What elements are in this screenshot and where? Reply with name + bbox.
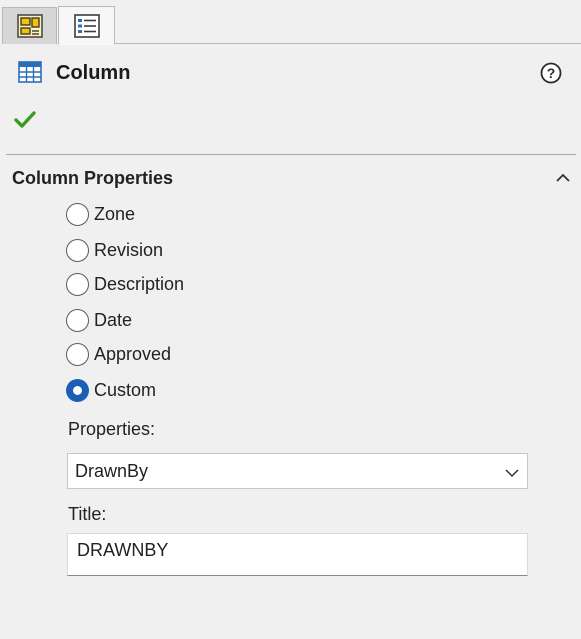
radio-option-description[interactable]: Description	[66, 271, 184, 297]
radio-option-approved[interactable]: Approved	[66, 341, 171, 367]
properties-selected-value: DrawnBy	[75, 460, 149, 481]
radio-button[interactable]	[66, 342, 89, 366]
title-input[interactable]	[67, 533, 528, 576]
radio-option-date[interactable]: Date	[66, 307, 132, 333]
radio-option-custom[interactable]: Custom	[66, 377, 156, 403]
tab-strip-divider	[115, 43, 581, 44]
radio-button[interactable]	[66, 272, 89, 296]
table-column-icon	[18, 61, 42, 88]
radio-label: Date	[94, 310, 133, 330]
radio-button[interactable]	[66, 238, 89, 262]
title-label: Title:	[68, 504, 107, 524]
divider	[6, 154, 576, 155]
properties-label: Properties:	[68, 419, 156, 439]
radio-button[interactable]	[66, 202, 89, 226]
radio-label: Zone	[94, 204, 136, 224]
section-title: Column Properties	[12, 168, 174, 188]
drawing-view-icon	[16, 14, 43, 38]
property-manager-icon	[73, 13, 100, 38]
radio-label: Approved	[94, 344, 172, 364]
tab-drawing-view[interactable]	[2, 7, 57, 44]
properties-dropdown[interactable]: DrawnBy	[67, 453, 528, 489]
radio-button-selected[interactable]	[66, 378, 89, 402]
page-title: Column	[56, 62, 131, 84]
chevron-up-icon[interactable]	[555, 171, 571, 189]
help-icon[interactable]: ?	[540, 62, 562, 89]
chevron-down-icon[interactable]	[505, 465, 519, 483]
radio-option-zone[interactable]: Zone	[66, 201, 135, 227]
svg-text:?: ?	[547, 65, 556, 81]
radio-option-revision[interactable]: Revision	[66, 237, 163, 263]
tab-strip	[0, 0, 581, 45]
radio-label: Description	[94, 274, 185, 294]
check-icon[interactable]	[14, 110, 36, 135]
radio-button[interactable]	[66, 308, 89, 332]
radio-label: Revision	[94, 240, 164, 260]
radio-label: Custom	[94, 380, 157, 400]
tab-property-manager[interactable]	[58, 6, 115, 45]
